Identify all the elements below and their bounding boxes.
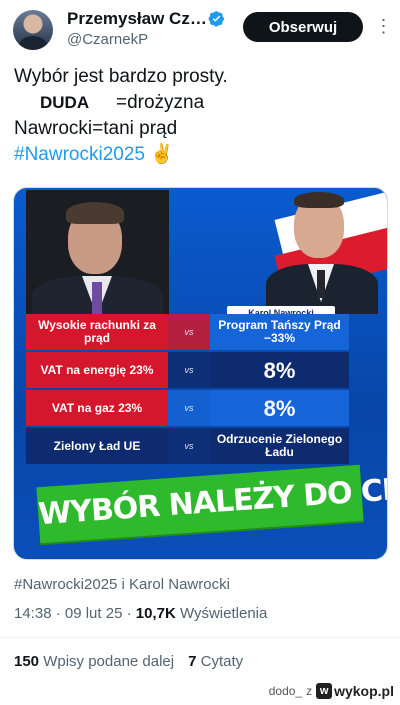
verified-badge-icon [208,11,224,27]
hashtag-link[interactable]: #Nawrocki2025 [14,144,145,165]
nawrocki-photo [266,188,382,314]
tweet-text: Wybór jest bardzo prosty. DUDA =drożyzna … [14,64,228,168]
time-text[interactable]: 14:38 · 09 lut 25 · [14,605,136,622]
wykop-icon: w [316,683,333,699]
duda-photo [26,190,169,316]
quotes-link[interactable]: 7 Cytaty [188,653,243,670]
follow-button[interactable]: Obserwuj [243,12,363,42]
quotes-label: Cytaty [196,653,244,670]
wykop-logo: w wykop.pl [316,683,394,699]
comparison-row: Zielony Ład UE vs Odrzucenie Zielonego Ł… [26,428,349,464]
row-right: Odrzucenie Zielonego Ładu [210,428,349,464]
tweet-line-2: DUDA =drożyzna [14,90,228,116]
expensive-word: =drożyzna [116,92,205,113]
comparison-row: Wysokie rachunki za prąd vs Program Tańs… [26,314,349,350]
row-left: VAT na energię 23% [26,352,168,388]
row-left: Zielony Ład UE [26,428,168,464]
source-watermark: dodo_ z w wykop.pl [269,680,394,702]
views-count: 10,7K [135,605,176,622]
more-options-icon[interactable]: ⋮ [372,14,396,38]
timestamp: 14:38 · 09 lut 25 · 10,7K Wyświetlenia [14,605,267,622]
duda-word: DUDA [40,93,90,112]
watermark-z: z [306,684,313,698]
tweet-line-4: #Nawrocki2025 ✌️ [14,142,228,168]
avatar[interactable] [13,10,53,50]
row-right: 8% [210,390,349,426]
comparison-row: VAT na gaz 23% vs 8% [26,390,349,426]
attached-image[interactable]: Karol Nawrocki Wysokie rachunki za prąd … [13,187,388,560]
related-hashtags[interactable]: #Nawrocki2025 i Karol Nawrocki [14,576,230,593]
author-handle[interactable]: @CzarnekP [67,31,148,48]
slogan-banner: WYBÓR NALEŻY DO CIEBIE! [36,464,387,544]
engagement-stats: 150 Wpisy podane dalej 7 Cytaty [14,653,243,670]
reposts-count: 150 [14,653,40,670]
tweet-header: Przemysław Cz… @CzarnekP Obserwuj ⋮ [0,0,400,60]
reposts-label: Wpisy podane dalej [39,653,175,670]
comparison-row: VAT na energię 23% vs 8% [26,352,349,388]
row-vs: vs [168,428,210,464]
row-vs: vs [168,390,210,426]
row-vs: vs [168,314,210,350]
views-label: Wyświetlenia [175,605,268,622]
row-vs: vs [168,352,210,388]
row-left: VAT na gaz 23% [26,390,168,426]
victory-hand-emoji: ✌️ [150,144,174,165]
row-right: Program Tańszy Prąd −33% [210,314,349,350]
tweet-line-3: Nawrocki=tani prąd [14,118,178,139]
divider [0,637,400,638]
row-right: 8% [210,352,349,388]
watermark-site: wykop.pl [334,683,394,699]
tweet-line-1: Wybór jest bardzo prosty. [14,66,228,87]
reposts-link[interactable]: 150 Wpisy podane dalej [14,653,174,670]
author-name[interactable]: Przemysław Cz… [67,9,207,29]
watermark-user: dodo_ [268,684,303,698]
row-left: Wysokie rachunki za prąd [26,314,168,350]
